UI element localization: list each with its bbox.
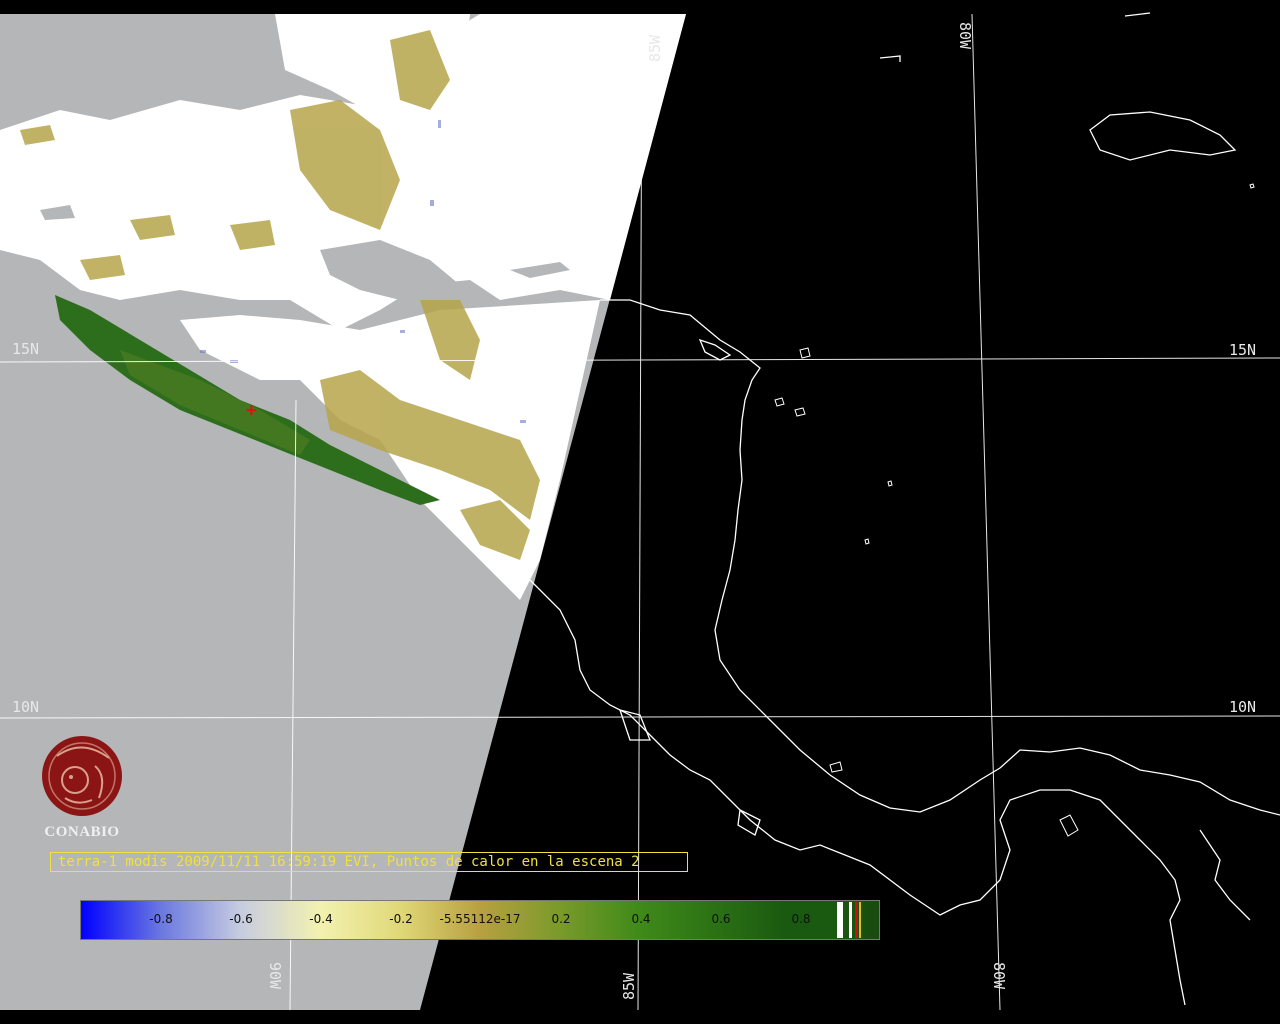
scene-caption: terra-1 modis 2009/11/11 16:59:19 EVI, P… xyxy=(50,852,640,872)
colorbar-tick: -0.8 xyxy=(149,912,173,926)
colorbar-tick: -0.2 xyxy=(389,912,413,926)
colorbar-end-yellow xyxy=(859,902,861,938)
label-lon-90w-bottom: 90W xyxy=(266,962,284,990)
label-lon-85w-top: 85W xyxy=(646,34,664,62)
conabio-logo-text: CONABIO xyxy=(44,824,120,840)
fire-hotspot-marker: + xyxy=(246,400,257,421)
colorbar-tick: -5.55112e-17 xyxy=(439,912,521,926)
evi-colorbar: -0.8 -0.6 -0.4 -0.2 -5.55112e-17 0.2 0.4… xyxy=(80,900,880,940)
scene-caption-text: terra-1 modis 2009/11/11 16:59:19 EVI, P… xyxy=(58,854,640,870)
colorbar-tick: 0.4 xyxy=(631,912,651,926)
label-lon-80w-bottom: 80W xyxy=(990,962,1008,990)
label-lon-85w-bottom: 85W xyxy=(620,972,638,1000)
label-lat-10n-right: 10N xyxy=(1229,698,1256,716)
colorbar-tick: 0.2 xyxy=(551,912,571,926)
colorbar-end-white xyxy=(837,902,843,938)
colorbar-tick: 0.6 xyxy=(711,912,731,926)
label-lat-10n-left: 10N xyxy=(12,698,39,716)
colorbar-tick: -0.4 xyxy=(309,912,333,926)
colorbar-end-red xyxy=(855,902,858,938)
label-lon-80w-top: 80W xyxy=(956,22,974,50)
colorbar-tick: 0.8 xyxy=(791,912,811,926)
colorbar-tick: -0.6 xyxy=(229,912,253,926)
conabio-logo: CONABIO xyxy=(34,736,130,841)
label-lat-15n-left: 15N xyxy=(12,340,39,358)
label-lat-15n-right: 15N xyxy=(1229,341,1256,359)
conabio-emblem-icon xyxy=(42,736,122,816)
colorbar-end-white-2 xyxy=(849,902,852,938)
